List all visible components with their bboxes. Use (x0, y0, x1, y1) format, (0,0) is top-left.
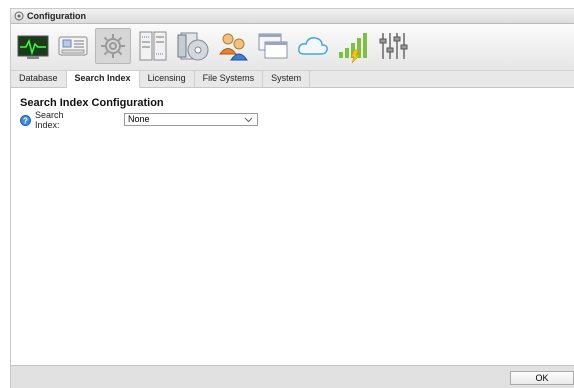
help-icon[interactable]: ? (20, 114, 31, 126)
rack-icon[interactable] (135, 28, 171, 64)
server-icon[interactable] (55, 28, 91, 64)
footer-bar: OK (11, 365, 574, 388)
configuration-gear-icon (14, 11, 24, 21)
ok-button[interactable]: OK (510, 371, 574, 385)
tab-licensing[interactable]: Licensing (140, 71, 195, 87)
cloud-icon[interactable] (295, 28, 331, 64)
signal-bars-icon[interactable] (335, 28, 371, 64)
section-title: Search Index Configuration (20, 97, 164, 109)
monitor-icon[interactable] (15, 28, 51, 64)
window-title: Configuration (27, 11, 86, 21)
chevron-down-icon (244, 117, 253, 123)
search-index-row: ? Search Index: None (20, 110, 258, 130)
configuration-window: Configuration Database Search Index Lice… (10, 8, 574, 388)
svg-text:?: ? (23, 116, 28, 125)
users-icon[interactable] (215, 28, 251, 64)
windows-icon[interactable] (255, 28, 291, 64)
search-index-label: Search Index: (35, 110, 64, 130)
sliders-icon[interactable] (375, 28, 411, 64)
disc-install-icon[interactable] (175, 28, 211, 64)
gear-icon[interactable] (95, 28, 131, 64)
tab-search-index[interactable]: Search Index (66, 71, 140, 88)
tab-system[interactable]: System (263, 71, 311, 87)
tab-database[interactable]: Database (11, 71, 67, 87)
content-panel: Search Index Configuration ? Search Inde… (11, 88, 574, 366)
search-index-value: None (128, 114, 150, 124)
title-bar: Configuration (11, 9, 574, 24)
tab-bar: Database Search Index Licensing File Sys… (11, 71, 574, 88)
tab-file-systems[interactable]: File Systems (195, 71, 264, 87)
toolbar (11, 24, 574, 71)
search-index-select[interactable]: None (124, 113, 258, 126)
